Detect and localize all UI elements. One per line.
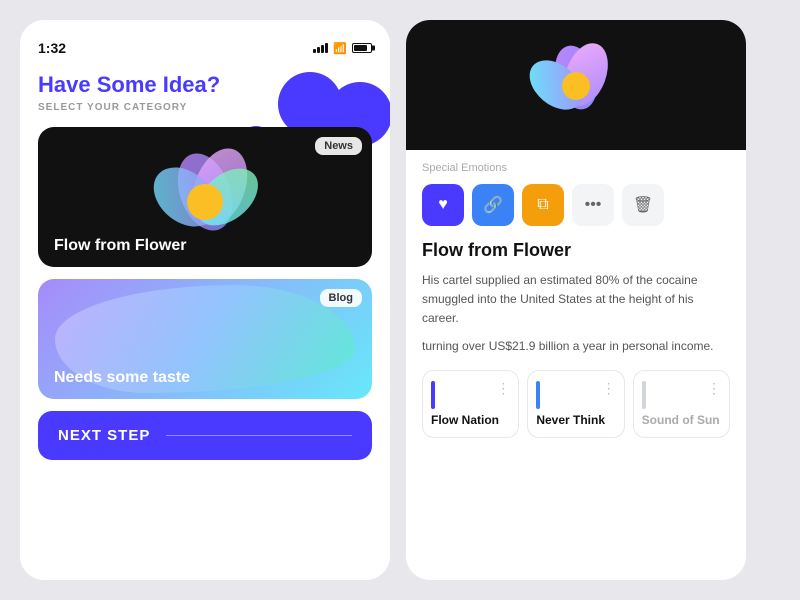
more-button[interactable]: ••• xyxy=(572,184,614,226)
right-content: Special Emotions ♥ 🔗 ⧉ ••• 🗑 Flow from F… xyxy=(406,150,746,580)
track-card-1[interactable]: ⋮ Flow Nation xyxy=(422,370,519,438)
track-dots-1: ⋮ xyxy=(496,381,510,395)
status-icons: 📶 xyxy=(313,42,372,55)
blog-card-label: Needs some taste xyxy=(54,369,190,387)
article-desc1: His cartel supplied an estimated 80% of … xyxy=(422,271,730,329)
link-button[interactable]: 🔗 xyxy=(472,184,514,226)
news-card[interactable]: News Flow from Flower xyxy=(38,127,372,267)
track-bar-2 xyxy=(536,381,540,409)
track-bar-1 xyxy=(431,381,435,409)
article-desc2: turning over US$21.9 billion a year in p… xyxy=(422,337,730,356)
next-step-button[interactable]: NEXT STEP xyxy=(38,411,372,460)
article-title: Flow from Flower xyxy=(422,240,730,261)
track-card-3[interactable]: ⋮ Sound of Sun xyxy=(633,370,730,438)
copy-button[interactable]: ⧉ xyxy=(522,184,564,226)
status-time: 1:32 xyxy=(38,40,66,56)
left-panel: 1:32 📶 Have Some Idea? SELECT YOUR CATEG… xyxy=(20,20,390,580)
track-dots-2: ⋮ xyxy=(602,381,616,395)
right-flower-illustration xyxy=(526,40,626,130)
trash-button[interactable]: 🗑 xyxy=(622,184,664,226)
signal-icon xyxy=(313,43,328,53)
action-buttons: ♥ 🔗 ⧉ ••• 🗑 xyxy=(422,184,730,226)
hero-title: Have Some Idea? xyxy=(38,72,238,98)
track-header-2: ⋮ xyxy=(536,381,615,409)
tracks-grid: ⋮ Flow Nation ⋮ Never Think ⋮ xyxy=(422,370,730,438)
hero-section: Have Some Idea? SELECT YOUR CATEGORY xyxy=(38,72,372,113)
special-emotions-label: Special Emotions xyxy=(422,162,730,174)
blog-card[interactable]: Blog Needs some taste xyxy=(38,279,372,399)
track-dots-3: ⋮ xyxy=(707,381,721,395)
heart-button[interactable]: ♥ xyxy=(422,184,464,226)
track-card-2[interactable]: ⋮ Never Think xyxy=(527,370,624,438)
status-bar: 1:32 📶 xyxy=(38,40,372,56)
track-header-1: ⋮ xyxy=(431,381,510,409)
right-panel: Special Emotions ♥ 🔗 ⧉ ••• 🗑 Flow from F… xyxy=(406,20,746,580)
track-name-3: Sound of Sun xyxy=(642,413,721,427)
news-badge: News xyxy=(315,137,362,155)
right-top-image xyxy=(406,20,746,150)
track-header-3: ⋮ xyxy=(642,381,721,409)
flower-illustration xyxy=(145,142,265,252)
track-name-1: Flow Nation xyxy=(431,413,510,427)
blog-badge: Blog xyxy=(320,289,362,307)
next-step-line xyxy=(166,435,352,436)
next-step-label: NEXT STEP xyxy=(58,427,150,444)
battery-icon xyxy=(352,43,372,53)
track-bar-3 xyxy=(642,381,646,409)
track-name-2: Never Think xyxy=(536,413,615,427)
news-card-label: Flow from Flower xyxy=(54,237,186,255)
wifi-icon: 📶 xyxy=(333,42,347,55)
